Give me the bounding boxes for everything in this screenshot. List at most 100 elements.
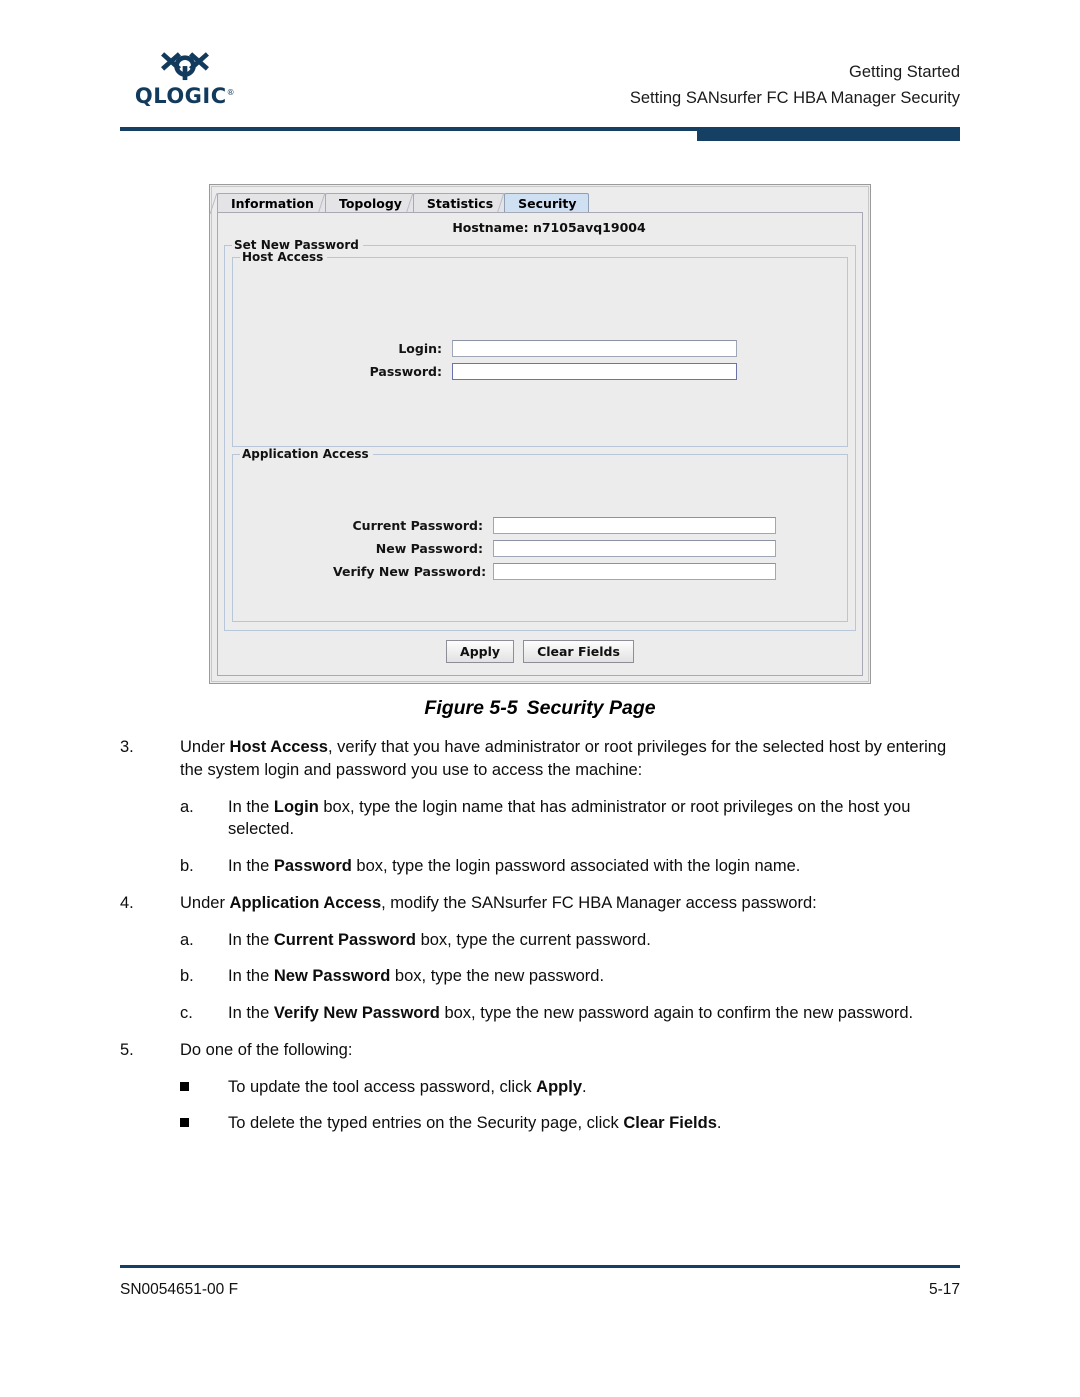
list-item: a. In the Current Password box, type the … [120,929,960,952]
password-input[interactable] [452,363,737,380]
plain-text: In the [228,967,274,986]
plain-text: In the [228,797,274,816]
tab-security[interactable]: Security [504,193,589,213]
qlogic-logo: QLOGIC® [120,50,250,108]
tab-strip: Information Topology Statistics Security [217,191,863,213]
figure-title: Security Page [526,697,656,719]
login-label: Login: [398,341,442,356]
list-marker: c. [180,1004,193,1023]
list-item: a. In the Login box, type the login name … [120,796,960,842]
security-tab-panel: Hostname: n7105avq19004 Set New Password… [217,212,863,676]
clear-fields-button[interactable]: Clear Fields [523,639,634,663]
emphasis-text: Current Password [273,930,416,949]
list-item-text: In the Verify New Password box, type the… [228,1002,960,1025]
verify-new-password-input[interactable] [493,563,776,580]
list-marker: b. [180,967,194,986]
page-header: QLOGIC® Getting Started Setting SANsurfe… [120,48,960,128]
tab-statistics[interactable]: Statistics [412,193,506,213]
security-page-screenshot: Information Topology Statistics Security… [209,184,871,684]
list-item: c. In the Verify New Password box, type t… [120,1002,960,1025]
hostname-label: Hostname: n7105avq19004 [452,220,646,235]
new-password-input[interactable] [493,540,776,557]
plain-text: In the [228,930,274,949]
header-line-section: Getting Started [849,63,960,81]
tab-topology-label: Topology [338,196,402,211]
list-item-text: In the New Password box, type the new pa… [228,965,960,988]
figure-number: Figure 5-5 [424,697,518,719]
plain-text: . [716,1114,722,1133]
group-application-access-title: Application Access [240,447,373,461]
list-marker: 5. [120,1040,134,1059]
header-line-topic: Setting SANsurfer FC HBA Manager Securit… [629,88,960,107]
figure-caption: Figure 5-5 Security Page [0,697,1080,720]
list-item: b. In the Password box, type the login pa… [120,855,960,878]
list-item-text: Under Application Access, modify the SAN… [180,892,960,915]
plain-text: Under [180,893,230,912]
emphasis-text: Application Access [229,893,382,912]
verify-new-password-label: Verify New Password: [333,564,487,579]
list-item-text: In the Login box, type the login name th… [228,796,960,842]
square-bullet-icon [180,1118,189,1128]
list-item-text: To delete the typed entries on the Secur… [228,1112,960,1135]
plain-text: box, type the login name that has admini… [228,797,911,839]
plain-text: Do one of the following: [180,1040,353,1059]
plain-text: box, type the current password. [416,930,651,949]
instruction-list: 3. Under Host Access, verify that you hav… [120,736,960,1149]
field-row-password: Password: [368,363,847,380]
application-access-form: Current Password: New Password: Verify N… [333,517,847,586]
page-footer: SN0054651-00 F 5-17 [120,1281,960,1299]
group-application-access: Application Access Current Password: New… [232,447,848,622]
list-item-text: Under Host Access, verify that you have … [180,736,960,782]
bullet-marker-icon [180,1112,228,1135]
document-page: QLOGIC® Getting Started Setting SANsurfe… [0,0,1080,1397]
apply-button[interactable]: Apply [446,639,515,663]
group-set-new-password: Set New Password Host Access Login: Pass… [224,238,856,631]
list-item-text: In the Password box, type the login pass… [228,855,960,878]
list-marker: b. [180,857,194,876]
plain-text: box, type the login password associated … [351,857,801,876]
field-row-login: Login: [368,340,847,357]
bullet-item: To delete the typed entries on the Secur… [120,1112,960,1135]
plain-text: In the [228,857,274,876]
tab-topology[interactable]: Topology [324,193,414,213]
login-input[interactable] [452,340,737,357]
current-password-label: Current Password: [352,518,484,533]
group-host-access: Host Access Login: Password: [232,250,848,447]
list-item: b. In the New Password box, type the new … [120,965,960,988]
header-rule-block [697,127,960,141]
list-item: 3. Under Host Access, verify that you hav… [120,736,960,782]
list-item-text: To update the tool access password, clic… [228,1076,960,1099]
page-number: 5-17 [928,1281,960,1298]
plain-text: Under [180,738,230,756]
emphasis-text: Login [273,797,319,816]
footer-rule [120,1265,960,1268]
emphasis-text: New Password [273,967,391,986]
list-item-text: In the Current Password box, type the cu… [228,929,960,952]
plain-text: To update the tool access password, clic… [228,1077,537,1096]
emphasis-text: Host Access [229,738,328,756]
list-marker: a. [180,797,194,816]
current-password-input[interactable] [493,517,776,534]
document-number: SN0054651-00 F [120,1281,239,1298]
qlogic-wordmark: QLOGIC® [135,86,235,107]
plain-text: , modify the SANsurfer FC HBA Manager ac… [381,893,817,912]
qlogic-wordmark-text: QLOGIC [134,84,227,108]
tab-statistics-label: Statistics [426,196,494,211]
plain-text: In the [228,1004,274,1023]
bullet-item: To update the tool access password, clic… [120,1076,960,1099]
square-bullet-icon [180,1081,189,1091]
plain-text: . [582,1077,587,1096]
field-row-current-password: Current Password: [333,517,847,534]
header-title-block: Getting Started Setting SANsurfer FC HBA… [630,60,960,111]
emphasis-text: Apply [536,1077,583,1096]
list-marker: 3. [120,738,134,756]
list-item: 5. Do one of the following: [120,1039,960,1062]
plain-text: box, type the new password again to conf… [439,1004,914,1023]
password-label: Password: [369,364,442,379]
new-password-label: New Password: [375,541,483,556]
list-item-text: Do one of the following: [180,1039,960,1062]
registered-mark: ® [226,88,236,97]
group-host-access-title: Host Access [240,250,328,264]
tab-information[interactable]: Information [217,193,326,213]
bullet-marker-icon [180,1076,228,1099]
